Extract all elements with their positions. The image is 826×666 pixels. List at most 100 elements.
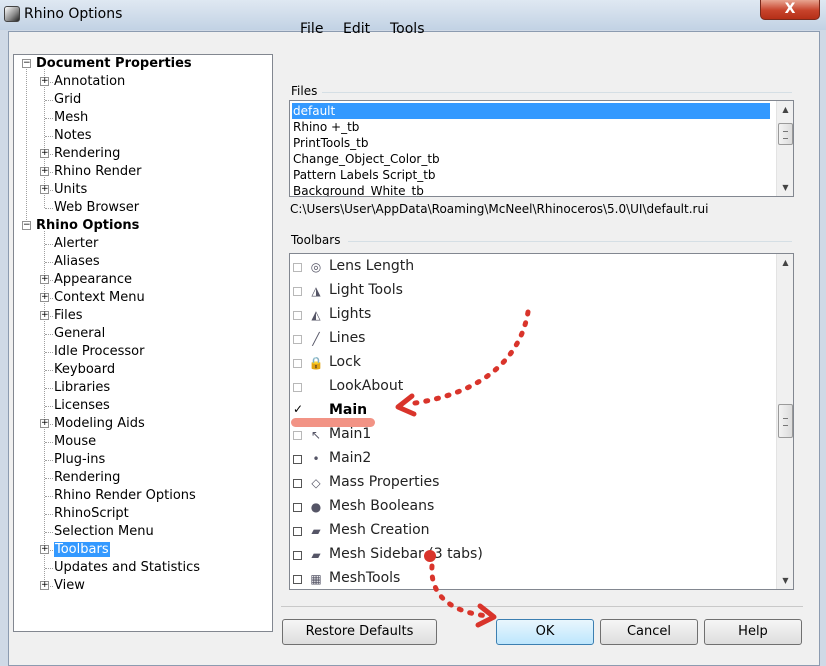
toolbar-label: Lens Length [329, 258, 415, 274]
toolbar-checkbox[interactable] [293, 527, 302, 536]
toolbar-checkbox[interactable] [293, 479, 302, 488]
tree-item-annotation[interactable]: Annotation [54, 73, 125, 91]
tree-item-aliases[interactable]: Aliases [54, 253, 100, 271]
help-button[interactable]: Help [704, 619, 802, 645]
expand-icon[interactable]: + [40, 311, 49, 320]
toolbar-row[interactable]: ▰ Mesh Sidebar (3 tabs) [290, 543, 776, 567]
scroll-up-icon[interactable]: ▲ [777, 254, 793, 271]
tree-item-web-browser[interactable]: Web Browser [54, 199, 139, 217]
tree-item-grid[interactable]: Grid [54, 91, 81, 109]
menu-edit[interactable]: Edit [343, 21, 370, 37]
toolbar-label: Mesh Sidebar (3 tabs) [329, 546, 483, 562]
toolbar-row[interactable]: ◎ Lens Length [290, 255, 776, 279]
toolbar-row[interactable]: ● Mesh Booleans [290, 495, 776, 519]
menu-file[interactable]: File [300, 21, 323, 37]
tree-item-toolbars[interactable]: Toolbars [54, 541, 110, 559]
toolbar-row[interactable]: ▰ Mesh Creation [290, 519, 776, 543]
toolbar-checkbox[interactable] [293, 335, 302, 344]
tree-item-idle-processor[interactable]: Idle Processor [54, 343, 144, 361]
toolbar-checkbox[interactable] [293, 359, 302, 368]
expand-icon[interactable]: + [40, 419, 49, 428]
tree-item-view[interactable]: View [54, 577, 85, 595]
tree-item-label: Plug-ins [54, 452, 106, 467]
tree-item-files[interactable]: Files [54, 307, 83, 325]
scroll-up-icon[interactable]: ▲ [777, 101, 793, 118]
files-scrollbar[interactable]: ▲ ▼ [776, 101, 793, 196]
tree-item-plug-ins[interactable]: Plug-ins [54, 451, 105, 469]
menu-tools[interactable]: Tools [390, 21, 425, 37]
expand-icon[interactable]: + [40, 581, 49, 590]
tree-item-updates-and-statistics[interactable]: Updates and Statistics [54, 559, 200, 577]
checkmark-icon[interactable]: ✓ [293, 403, 303, 415]
expand-icon[interactable]: + [40, 149, 49, 158]
tree-item-rhino-render[interactable]: Rhino Render [54, 163, 142, 181]
toolbar-checkbox[interactable] [293, 311, 302, 320]
close-button[interactable]: X [760, 0, 820, 20]
tree-item-rhino-render-options[interactable]: Rhino Render Options [54, 487, 196, 505]
tree-item-libraries[interactable]: Libraries [54, 379, 110, 397]
tree-item-mouse[interactable]: Mouse [54, 433, 96, 451]
toolbar-label: Main2 [329, 450, 372, 466]
ok-button[interactable]: OK [496, 619, 594, 645]
toolbar-checkbox[interactable] [293, 503, 302, 512]
file-item[interactable]: Change_Object_Color_tb [292, 151, 770, 167]
scroll-down-icon[interactable]: ▼ [777, 179, 793, 196]
tree-item-licenses[interactable]: Licenses [54, 397, 110, 415]
tree-item-rendering[interactable]: Rendering [54, 145, 120, 163]
toolbar-row[interactable]: ▦ MeshTools [290, 567, 776, 589]
toolbar-row[interactable]: ◇ Mass Properties [290, 471, 776, 495]
tree-item-general[interactable]: General [54, 325, 105, 343]
collapse-icon[interactable]: − [22, 59, 31, 68]
toolbar-checkbox[interactable] [293, 551, 302, 560]
toolbars-scroll-thumb[interactable] [778, 404, 793, 438]
file-item[interactable]: Background_White_tb [292, 183, 770, 196]
tree-item-notes[interactable]: Notes [54, 127, 92, 145]
toolbar-row[interactable]: • Main2 [290, 447, 776, 471]
toolbar-checkbox[interactable] [293, 287, 302, 296]
restore-defaults-button[interactable]: Restore Defaults [282, 619, 437, 645]
files-list[interactable]: default Rhino +_tb PrintTools_tb Change_Obj… [289, 100, 794, 197]
tree-item-selection-menu[interactable]: Selection Menu [54, 523, 154, 541]
expand-icon[interactable]: + [40, 185, 49, 194]
expand-icon[interactable]: + [40, 545, 49, 554]
toolbar-row[interactable]: 🔒 Lock [290, 351, 776, 375]
expand-icon[interactable]: + [40, 275, 49, 284]
expand-icon[interactable]: + [40, 77, 49, 86]
toolbar-checkbox[interactable] [293, 431, 302, 440]
toolbar-checkbox[interactable] [293, 383, 302, 392]
file-item[interactable]: PrintTools_tb [292, 135, 770, 151]
collapse-icon[interactable]: − [22, 221, 31, 230]
file-item[interactable]: Pattern Labels Script_tb [292, 167, 770, 183]
toolbar-checkbox[interactable] [293, 455, 302, 464]
toolbars-scrollbar[interactable]: ▲ ▼ [776, 254, 793, 589]
tree-item-document-properties[interactable]: Document Properties [36, 55, 192, 73]
file-item[interactable]: Rhino +_tb [292, 119, 770, 135]
tree-item-rendering[interactable]: Rendering [54, 469, 120, 487]
expand-icon[interactable]: + [40, 293, 49, 302]
toolbar-row[interactable]: ◭ Lights [290, 303, 776, 327]
toolbar-checkbox[interactable] [293, 263, 302, 272]
tree-item-appearance[interactable]: Appearance [54, 271, 132, 289]
tree-item-label: View [54, 578, 85, 593]
tree-item-mesh[interactable]: Mesh [54, 109, 88, 127]
tree-item-modeling-aids[interactable]: Modeling Aids [54, 415, 145, 433]
tree-item-alerter[interactable]: Alerter [54, 235, 98, 253]
toolbar-checkbox[interactable] [293, 575, 302, 584]
tree-guide-line [45, 532, 53, 533]
file-item[interactable]: default [292, 103, 770, 119]
toolbar-row[interactable]: ◮ Light Tools [290, 279, 776, 303]
tree-item-keyboard[interactable]: Keyboard [54, 361, 115, 379]
scroll-down-icon[interactable]: ▼ [777, 572, 793, 589]
toolbar-row[interactable]: LookAbout [290, 375, 776, 399]
cancel-button[interactable]: Cancel [600, 619, 698, 645]
toolbar-row[interactable]: ✓ Main [290, 399, 776, 423]
tree-item-rhinoscript[interactable]: RhinoScript [54, 505, 129, 523]
toolbar-row[interactable]: ╱ Lines [290, 327, 776, 351]
files-scroll-thumb[interactable] [778, 123, 793, 145]
expand-icon[interactable]: + [40, 167, 49, 176]
toolbar-row[interactable]: ↖ Main1 [290, 423, 776, 447]
tree-item-units[interactable]: Units [54, 181, 87, 199]
tree-item-rhino-options[interactable]: Rhino Options [36, 217, 139, 235]
tree-item-context-menu[interactable]: Context Menu [54, 289, 145, 307]
toolbars-list[interactable]: ◎ Lens Length ◮ Light Tools ◭ Lights ╱ Lines 🔒 Lo… [289, 253, 794, 590]
